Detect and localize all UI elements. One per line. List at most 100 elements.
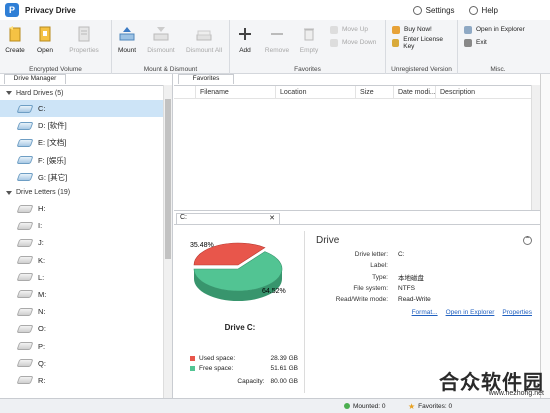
unused-drive-icon (16, 342, 34, 351)
drive-letter-item[interactable]: R: (0, 372, 164, 389)
unused-drive-icon (16, 307, 34, 316)
mount-icon (119, 27, 135, 41)
column-date-modified[interactable]: Date modi... (394, 86, 436, 98)
used-value: 28.39 GB (270, 354, 298, 362)
hard-drive-icon (16, 121, 34, 130)
drive-letter-label: O: (38, 324, 46, 334)
settings-button[interactable]: Settings (412, 5, 455, 15)
ribbon-group-mount: Mount Dismount Dismount All Mount & Dism… (112, 20, 230, 74)
capacity-label: Capacity: (237, 377, 265, 385)
open-in-explorer-button[interactable]: Open in Explorer (464, 24, 525, 35)
tab-favorites[interactable]: Favorites (178, 74, 234, 84)
tab-drive-c[interactable]: C: ✕ (176, 213, 280, 224)
drive-item-c[interactable]: C: (0, 100, 164, 118)
hard-drives-section-header[interactable]: Hard Drives (5) (0, 86, 164, 100)
hard-drive-icon (16, 156, 34, 165)
disk-usage-chart: 35.48% 64.52% Drive C: Used space: 28.39 G… (180, 231, 300, 396)
site-watermark: 合众软件园 www.hezhong.net (420, 366, 548, 412)
detail-divider (304, 231, 305, 393)
watermark-url: www.hezhong.net (488, 390, 544, 397)
drive-item-d[interactable]: D: [软件] (0, 117, 164, 134)
open-label: Open (37, 47, 53, 54)
ribbon-group-unregistered: Buy Now! Enter License Key Unregistered … (386, 20, 458, 74)
tab-drive-manager[interactable]: Drive Manager (4, 74, 66, 84)
add-label: Add (239, 47, 251, 54)
drive-letter-item[interactable]: M: (0, 286, 164, 303)
properties-title: Drive (316, 235, 340, 246)
enter-license-key-button[interactable]: Enter License Key (392, 36, 451, 50)
move-down-button[interactable]: Move Down (330, 37, 376, 48)
drive-manager-panel: Drive Manager Hard Drives (5) C: D: [软件]… (0, 74, 173, 398)
drive-letter-item[interactable]: H: (0, 200, 164, 217)
drive-letter-item[interactable]: Q: (0, 355, 164, 372)
drive-letters-header-label: Drive Letters (19) (16, 189, 71, 197)
close-icon[interactable]: ✕ (269, 214, 275, 222)
collapse-icon[interactable]: ⌃ (523, 236, 532, 245)
drive-letter-item[interactable]: P: (0, 337, 164, 354)
prop-value: Read-Write (398, 296, 431, 304)
prop-key: Drive letter: (354, 251, 388, 259)
gear-icon (412, 5, 422, 15)
drive-letter-item[interactable]: I: (0, 217, 164, 234)
move-up-button[interactable]: Move Up (330, 24, 376, 35)
drive-action-links: Format... Open in Explorer Properties (316, 309, 532, 316)
create-label: Create (5, 47, 25, 54)
column-description[interactable]: Description (436, 86, 531, 98)
pie-free-percent-label: 64.52% (262, 288, 286, 295)
drive-letter-label: P: (38, 341, 46, 351)
used-label: Used space: (199, 354, 236, 362)
drive-item-g[interactable]: G: [其它] (0, 169, 164, 186)
drive-letter-item[interactable]: J: (0, 234, 164, 251)
open-in-explorer-link[interactable]: Open in Explorer (446, 309, 495, 316)
favorites-panel: Favorites Filename Location Size Date mo… (174, 74, 540, 210)
title-bar: P Privacy Drive Settings Help (0, 0, 550, 20)
exit-button[interactable]: Exit (464, 37, 525, 48)
arrow-up-icon (330, 25, 338, 34)
scrollbar-thumb[interactable] (165, 99, 171, 259)
move-up-label: Move Up (342, 26, 369, 33)
drive-list: Hard Drives (5) C: D: [软件] E: [文档] F: [娱… (0, 85, 164, 398)
free-label: Free space: (199, 364, 234, 372)
drive-letter-item[interactable]: L: (0, 269, 164, 286)
drive-list-scrollbar[interactable] (163, 85, 172, 398)
drive-letter-label: M: (38, 289, 47, 299)
drive-letter-item[interactable]: K: (0, 252, 164, 269)
create-volume-icon (9, 26, 21, 42)
format-link[interactable]: Format... (412, 309, 438, 316)
column-size[interactable]: Size (356, 86, 394, 98)
drive-label: D: [软件] (38, 121, 67, 131)
properties-link[interactable]: Properties (502, 309, 532, 316)
prop-file-system: File system: NTFS (316, 283, 532, 294)
column-location[interactable]: Location (276, 86, 356, 98)
drive-letters-section-header[interactable]: Drive Letters (19) (0, 186, 164, 200)
drive-letter-item[interactable]: O: (0, 320, 164, 337)
mounted-status-icon (344, 403, 350, 409)
dismount-icon (153, 27, 169, 41)
prop-value: 本地磁盘 (398, 275, 424, 283)
drive-letter-item[interactable]: N: (0, 303, 164, 320)
open-in-explorer-label: Open in Explorer (476, 26, 525, 33)
capacity-value: 80.00 GB (270, 377, 298, 385)
favorites-list[interactable] (174, 99, 540, 210)
drive-properties: Drive ⌃ Drive letter: C: Label: Type: 本地磁盘… (316, 235, 532, 316)
unused-drive-icon (16, 324, 34, 333)
pie-chart: 35.48% 64.52% (190, 242, 286, 301)
key-icon (392, 38, 400, 47)
unused-drive-icon (16, 273, 34, 282)
buy-now-button[interactable]: Buy Now! (392, 24, 451, 35)
prop-key: Label: (370, 262, 388, 270)
add-icon (239, 28, 251, 40)
prop-value: NTFS (398, 285, 415, 293)
free-swatch (190, 365, 195, 371)
help-button[interactable]: Help (468, 5, 498, 15)
prop-key: Read/Write mode: (335, 296, 388, 304)
drive-item-e[interactable]: E: [文档] (0, 134, 164, 151)
settings-label: Settings (425, 5, 455, 15)
favorites-column-headers: Filename Location Size Date modi... Desc… (174, 85, 540, 99)
help-label: Help (481, 5, 498, 15)
legend-free: Free space: 51.61 GB (190, 363, 298, 373)
column-filename[interactable]: Filename (196, 86, 276, 98)
favorites-scrollbar[interactable] (531, 85, 540, 210)
group-label-mount: Mount & Dismount (143, 66, 198, 73)
drive-item-f[interactable]: F: [娱乐] (0, 152, 164, 169)
